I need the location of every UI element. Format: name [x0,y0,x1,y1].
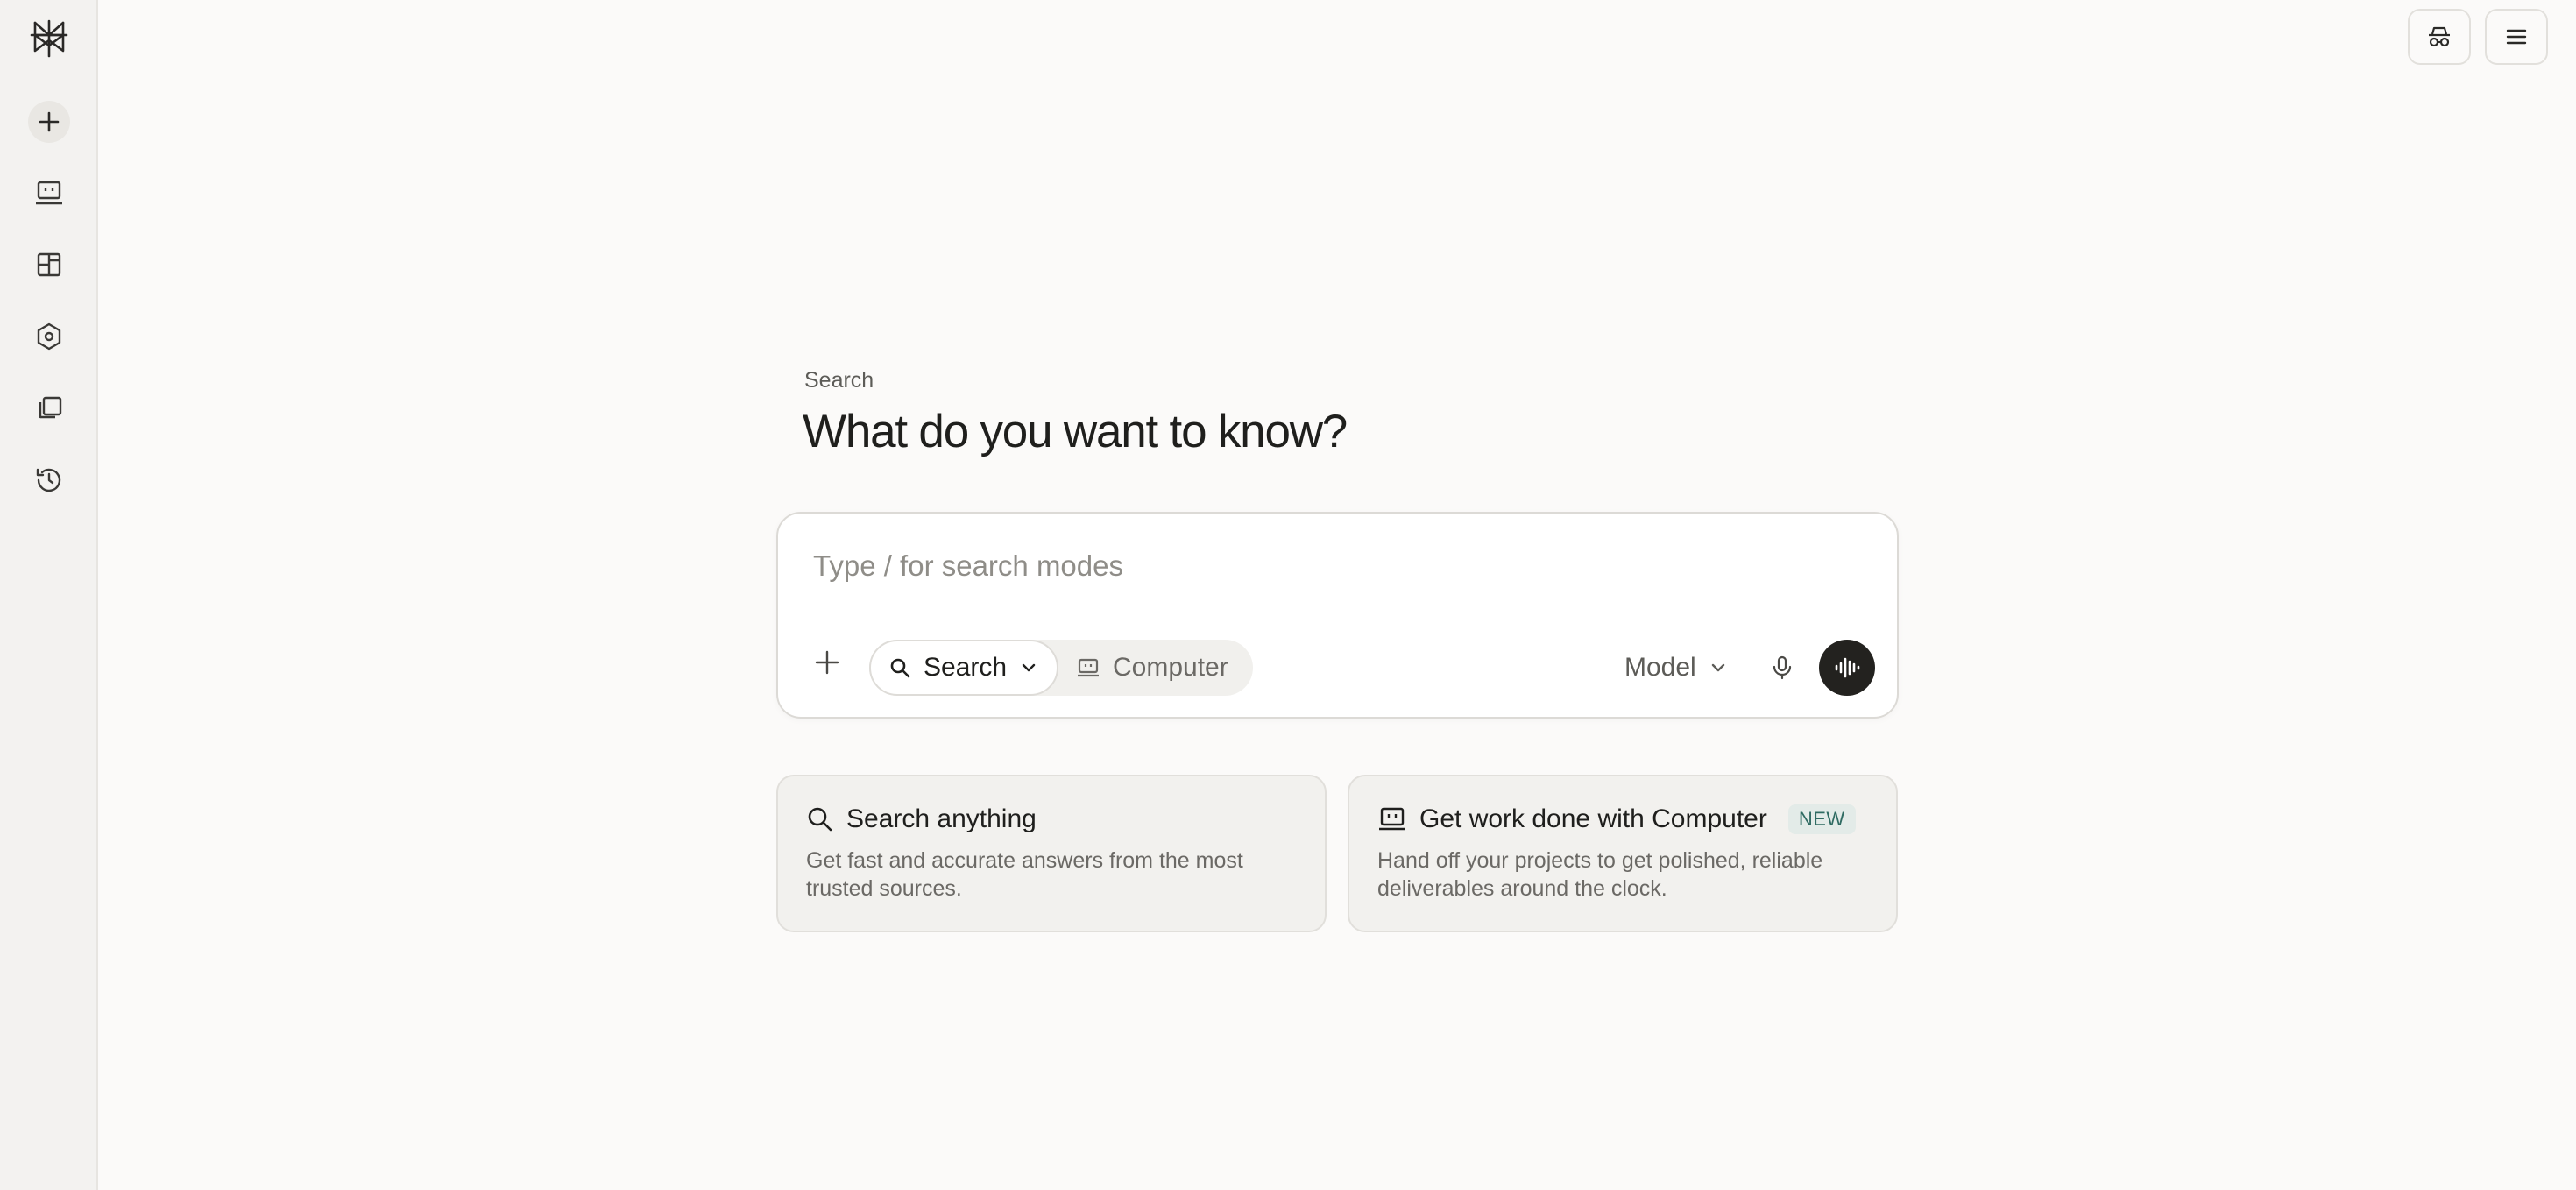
card-title: Search anything [846,804,1037,833]
search-icon [808,807,832,832]
new-badge: NEW [1787,804,1856,834]
section-eyebrow: Search [804,368,874,393]
card-description: Hand off your projects to get polished, … [1377,848,1823,901]
sidebar-item-computer[interactable] [28,172,70,214]
sidebar [0,0,98,1190]
laptop-icon [36,181,62,205]
stacked-pages-icon [39,396,62,419]
mode-computer-button[interactable]: Computer [1058,640,1253,696]
model-label: Model [1624,653,1696,682]
sidebar-item-spaces[interactable] [28,244,70,286]
attach-button[interactable] [804,640,850,685]
hamburger-menu-icon [2506,29,2527,45]
mode-search-label: Search [924,653,1008,682]
page-title: What do you want to know? [803,406,1348,457]
mode-selector: Search Computer [869,640,1253,696]
model-selector[interactable]: Model [1624,640,1728,696]
chevron-down-icon [1711,663,1724,672]
card-title: Get work done with Computer [1419,804,1767,833]
chevron-down-icon [1022,663,1036,672]
dictate-button[interactable] [1758,643,1807,692]
mode-search-button[interactable]: Search [869,640,1058,696]
plus-icon [39,111,60,132]
menu-button[interactable] [2485,9,2548,65]
search-input[interactable] [813,542,1847,591]
sidebar-item-history[interactable] [28,459,70,501]
hexagon-icon [37,322,61,351]
plus-icon [815,650,839,675]
laptop-icon [1078,658,1099,677]
incognito-button[interactable] [2408,9,2471,65]
voice-mode-button[interactable] [1819,640,1875,696]
new-thread-button[interactable] [28,101,70,143]
card-description: Get fast and accurate answers from the m… [806,848,1243,901]
sound-wave-icon [1835,657,1860,678]
incognito-icon [2429,26,2450,47]
history-icon [36,468,61,492]
search-icon [890,658,910,678]
laptop-icon [1379,807,1405,831]
mode-computer-label: Computer [1113,653,1228,682]
card-computer[interactable]: Get work done with Computer NEW Hand off… [1348,775,1898,932]
microphone-icon [1773,655,1792,680]
search-composer: Search Computer Model [776,512,1899,719]
panels-icon [37,252,61,277]
perplexity-logo-icon[interactable] [28,18,70,60]
sidebar-item-library[interactable] [28,387,70,429]
card-search-anything[interactable]: Search anything Get fast and accurate an… [776,775,1327,932]
sidebar-item-discover[interactable] [28,315,70,358]
